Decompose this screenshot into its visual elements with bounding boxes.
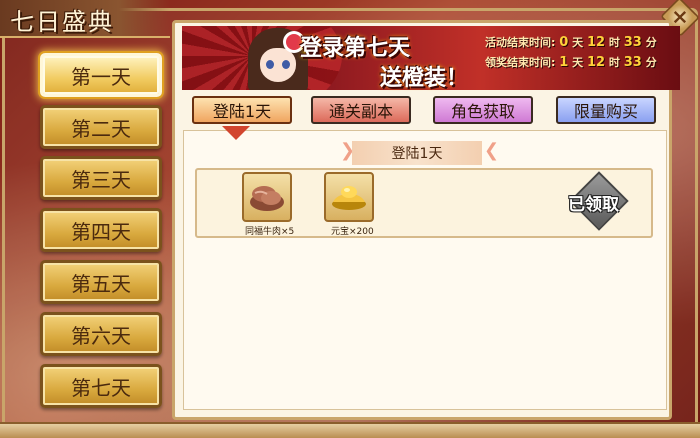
banner-headline-2: 送橙装！	[380, 65, 469, 91]
tab-limited-purchase[interactable]: 限量购买	[556, 96, 656, 124]
reward-name-beef: 同福牛肉×5	[245, 227, 295, 237]
claimed-label: 已领取	[568, 195, 619, 215]
day-button-3[interactable]: 第三天	[40, 156, 162, 200]
banner-headline-1: 登录第七天	[300, 35, 411, 61]
reward-name-ingot: 元宝×200	[331, 227, 374, 237]
beef-icon[interactable]	[242, 172, 292, 222]
day-button-1[interactable]: 第一天	[40, 53, 162, 97]
tab-obtain-character[interactable]: 角色获取	[433, 96, 533, 124]
window-title: 七日盛典	[10, 8, 114, 36]
gold-ingot-icon[interactable]	[324, 172, 374, 222]
day-button-6[interactable]: 第六天	[40, 312, 162, 356]
day-button-7[interactable]: 第七天	[40, 364, 162, 408]
day-button-5[interactable]: 第五天	[40, 260, 162, 304]
claimed-stamp: 已领取	[568, 171, 629, 231]
reward-end-time: 领奖结束时间: 1 天 12 时 33 分	[485, 55, 657, 70]
frame-bottom-border	[0, 422, 700, 438]
close-icon: ×	[671, 4, 689, 29]
active-tab-pointer-icon	[222, 126, 250, 140]
section-title: 登陆1天	[352, 141, 482, 165]
day-button-2[interactable]: 第二天	[40, 105, 162, 149]
activity-end-time: 活动结束时间: 0 天 12 时 33 分	[485, 35, 657, 50]
chevron-right-icon: ❮	[484, 140, 500, 161]
day-button-4[interactable]: 第四天	[40, 208, 162, 252]
tab-login-1-day[interactable]: 登陆1天	[192, 96, 292, 124]
tab-clear-dungeon[interactable]: 通关副本	[311, 96, 411, 124]
